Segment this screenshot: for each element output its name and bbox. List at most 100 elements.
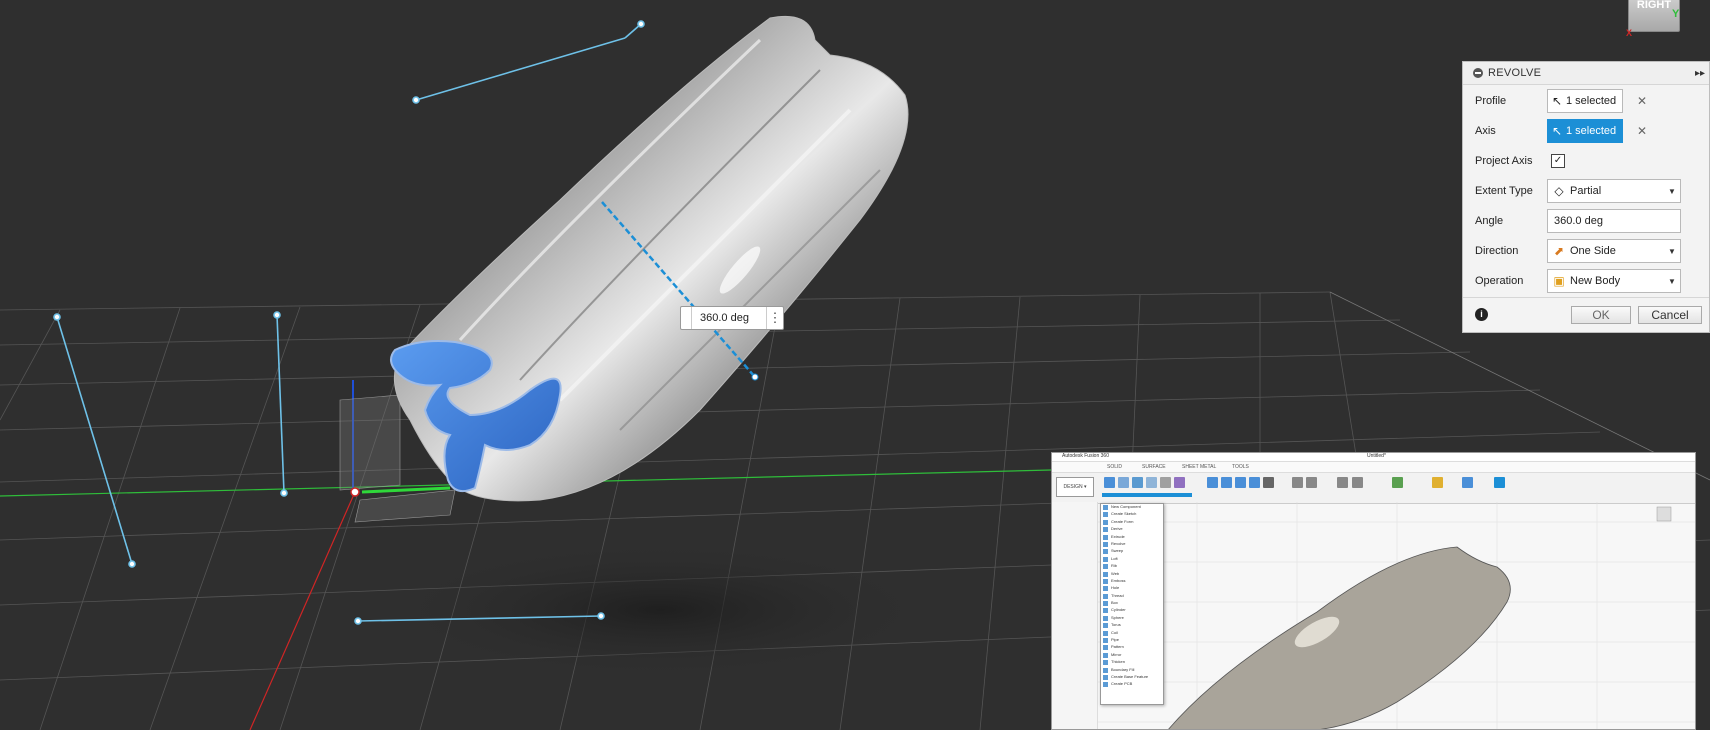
vertical-ellipsis-icon[interactable]: ⋮: [766, 307, 783, 329]
pip-browser-panel: [1052, 502, 1098, 729]
chevron-down-icon: ▼: [1668, 246, 1676, 256]
pip-ribbon-icon: [1392, 477, 1403, 488]
pip-ribbon-icon: [1306, 477, 1317, 488]
operation-label: Operation: [1475, 275, 1524, 287]
direction-value: One Side: [1570, 245, 1616, 257]
angle-field[interactable]: 360.0 deg: [1547, 209, 1681, 233]
origin-point[interactable]: [350, 487, 360, 497]
operation-row: Operation ▣ New Body ▼: [1463, 268, 1709, 294]
pip-menu-item: Pipe: [1101, 637, 1163, 644]
pip-menu-item: Pattern: [1101, 644, 1163, 651]
info-icon[interactable]: i: [1475, 308, 1488, 321]
viewcube-x-label: X: [1626, 28, 1633, 38]
pip-menu-item: Create PCB: [1101, 681, 1163, 688]
pip-menu-item: New Component: [1101, 504, 1163, 511]
axis-selection-value: 1 selected: [1566, 125, 1617, 137]
pip-ribbon-icon: [1263, 477, 1274, 488]
dialog-title: REVOLVE: [1488, 67, 1542, 79]
revolve-dialog: REVOLVE ▸▸ Profile ↖ 1 selected ✕ Axis ↖…: [1462, 61, 1710, 333]
pip-menu-item: Sweep: [1101, 548, 1163, 555]
axis-row: Axis ↖ 1 selected ✕: [1463, 118, 1709, 144]
angle-input-value[interactable]: 360.0 deg: [692, 312, 766, 324]
extent-type-dropdown[interactable]: ◇ Partial ▼: [1547, 179, 1681, 203]
direction-row: Direction ⬈ One Side ▼: [1463, 238, 1709, 264]
extent-type-value: Partial: [1570, 185, 1602, 197]
pip-ribbon-icon: [1207, 477, 1218, 488]
pip-menu-item: Create Base Feature: [1101, 674, 1163, 681]
pip-ribbon-icon: [1462, 477, 1473, 488]
pip-document-title: Untitled*: [1367, 453, 1386, 459]
new-body-icon: ▣: [1553, 274, 1565, 288]
cancel-button[interactable]: Cancel: [1638, 306, 1702, 324]
origin-plane-xz: [339, 394, 401, 491]
cursor-arrow-icon: ↖: [1551, 124, 1563, 138]
clear-profile-icon[interactable]: ✕: [1637, 94, 1647, 108]
pip-ribbon-icon: [1337, 477, 1348, 488]
clear-axis-icon[interactable]: ✕: [1637, 124, 1647, 138]
pip-tab: SHEET METAL: [1182, 464, 1217, 470]
ok-button[interactable]: OK: [1571, 306, 1631, 324]
pip-ribbon-icon: [1221, 477, 1232, 488]
profile-row: Profile ↖ 1 selected ✕: [1463, 88, 1709, 114]
one-side-direction-icon: ⬈: [1553, 244, 1565, 258]
angle-label: Angle: [1475, 215, 1504, 227]
cursor-arrow-icon: ↖: [1551, 94, 1563, 108]
pip-ribbon-icon: [1249, 477, 1260, 488]
extent-type-row: Extent Type ◇ Partial ▼: [1463, 178, 1709, 204]
pip-ribbon-icon: [1160, 477, 1171, 488]
chevron-down-icon: ▼: [1668, 276, 1676, 286]
minus-circle-icon[interactable]: [1473, 68, 1483, 78]
project-axis-row: Project Axis ✓: [1463, 148, 1709, 174]
project-axis-label: Project Axis: [1475, 155, 1533, 167]
profile-selection-button[interactable]: ↖ 1 selected: [1547, 89, 1623, 113]
operation-dropdown[interactable]: ▣ New Body ▼: [1547, 269, 1681, 293]
pip-ribbon-icon: [1174, 477, 1185, 488]
angle-input-grip[interactable]: [681, 307, 692, 329]
pip-menu-item: Torus: [1101, 622, 1163, 629]
pip-design-button: DESIGN ▾: [1056, 477, 1094, 497]
pip-menu-item: Emboss: [1101, 578, 1163, 585]
axis-endpoint[interactable]: [751, 373, 759, 381]
pip-menu-item: Thicken: [1101, 659, 1163, 666]
pip-ribbon-icon: [1494, 477, 1505, 488]
viewcube-y-label: Y: [1672, 8, 1680, 20]
pip-menu-item: Sphere: [1101, 615, 1163, 622]
pip-menu-item: Loft: [1101, 556, 1163, 563]
pip-menu-item: Boundary Fill: [1101, 667, 1163, 674]
axis-selection-button[interactable]: ↖ 1 selected: [1547, 119, 1623, 143]
pip-menu-item: Cylinder: [1101, 607, 1163, 614]
project-axis-checkbox[interactable]: ✓: [1551, 154, 1565, 168]
pip-ribbon-icon: [1235, 477, 1246, 488]
reference-screenshot-overlay: Autodesk Fusion 360 Untitled* SOLID SURF…: [1051, 452, 1696, 730]
profile-selection-value: 1 selected: [1566, 95, 1617, 107]
pip-ribbon-icon: [1132, 477, 1143, 488]
direction-dropdown[interactable]: ⬈ One Side ▼: [1547, 239, 1681, 263]
pip-ribbon-icon: [1432, 477, 1443, 488]
extent-type-label: Extent Type: [1475, 185, 1533, 197]
angle-row: Angle 360.0 deg: [1463, 208, 1709, 234]
viewcube-face-label: RIGHT: [1636, 0, 1672, 11]
pip-ribbon-icon: [1146, 477, 1157, 488]
pip-create-highlight: [1102, 493, 1192, 497]
pip-menu-item: Hole: [1101, 585, 1163, 592]
operation-value: New Body: [1570, 275, 1621, 287]
pip-menu-item: Thread: [1101, 593, 1163, 600]
pip-title-bar: Autodesk Fusion 360 Untitled*: [1052, 453, 1695, 462]
double-chevron-right-icon[interactable]: ▸▸: [1695, 68, 1705, 79]
selected-edge-highlight: [361, 486, 451, 494]
pip-tab: TOOLS: [1232, 464, 1249, 470]
model-shadow: [400, 545, 920, 675]
pip-menu-item: Derive: [1101, 526, 1163, 533]
pip-menu-item: Create Form: [1101, 519, 1163, 526]
pip-menu-item: Create Sketch: [1101, 511, 1163, 518]
pip-app-title: Autodesk Fusion 360: [1062, 453, 1109, 459]
pip-ribbon-icon: [1104, 477, 1115, 488]
profile-label: Profile: [1475, 95, 1507, 107]
pip-menu-item: Coil: [1101, 630, 1163, 637]
pip-tab: SURFACE: [1142, 464, 1166, 470]
pip-menu-item: Web: [1101, 571, 1163, 578]
angle-manipulator-input[interactable]: 360.0 deg ⋮: [680, 306, 784, 330]
dialog-footer: i OK Cancel: [1463, 297, 1709, 332]
pip-menu-item: Extrude: [1101, 534, 1163, 541]
direction-label: Direction: [1475, 245, 1519, 257]
